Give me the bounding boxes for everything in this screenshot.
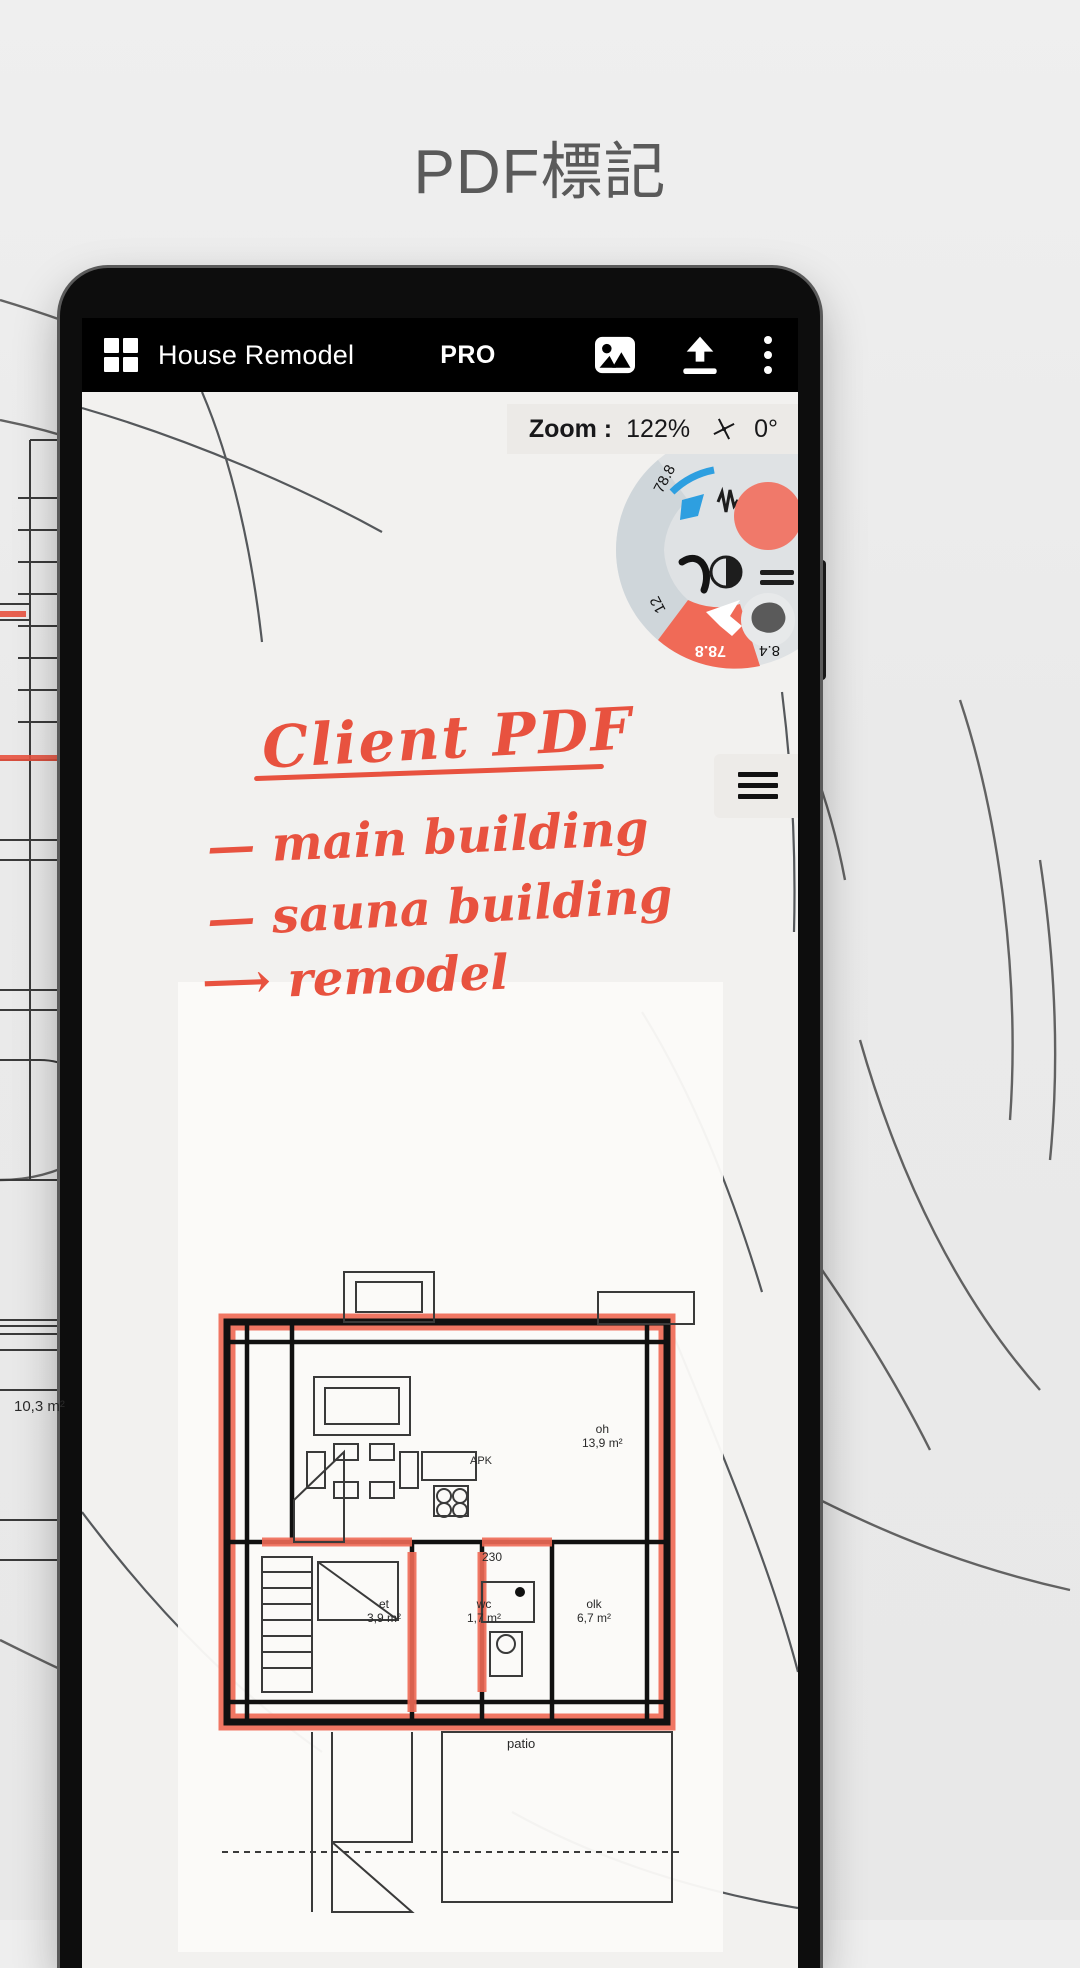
app-toolbar: House Remodel PRO: [82, 318, 798, 392]
apk-note-label: APK: [470, 1455, 493, 1467]
share-upload-icon[interactable]: [680, 333, 720, 377]
zoom-label: Zoom :: [528, 414, 613, 443]
zoom-value[interactable]: 122%: [626, 415, 690, 444]
zoom-status-bar: Zoom : 122% 0°: [506, 404, 798, 454]
rotate-icon[interactable]: [712, 417, 736, 441]
document-title: House Remodel: [158, 339, 355, 370]
plan-area-left: 10,3 m²: [14, 1398, 65, 1415]
eraser-blob-icon: [751, 602, 786, 633]
wheel-value-red: 78.8: [695, 642, 726, 659]
radial-tool-wheel[interactable]: 78.8 12 78.8 8.4: [554, 454, 798, 674]
phone-screen: House Remodel PRO oh 13,9 m² et 3,9 m² w…: [82, 318, 798, 1968]
image-icon[interactable]: [592, 335, 638, 375]
layers-button[interactable]: [714, 754, 798, 818]
pdf-canvas[interactable]: oh 13,9 m² et 3,9 m² wc 1,7 m² olk 6,7 m…: [82, 392, 798, 1968]
kebab-menu-icon[interactable]: [764, 336, 772, 374]
annotation-line-3: ⟶ remodel: [201, 944, 510, 1012]
room-label-olk: olk 6,7 m²: [577, 1597, 612, 1625]
phone-mockup: House Remodel PRO oh 13,9 m² et 3,9 m² w…: [60, 268, 820, 1968]
room-label-wc: wc 1,7 m²: [467, 1597, 502, 1625]
room-label-et: et 3,9 m²: [367, 1597, 402, 1625]
room-label-patio: patio: [507, 1736, 536, 1751]
grid-menu-icon[interactable]: [104, 338, 138, 372]
room-label-oh: oh 13,9 m²: [582, 1422, 623, 1450]
rotation-value[interactable]: 0°: [754, 415, 778, 444]
page-title: PDF標記: [413, 138, 667, 207]
door-code-label: 230: [482, 1550, 503, 1564]
pro-badge[interactable]: PRO: [440, 341, 496, 370]
line-weight-icon: [760, 570, 794, 575]
wheel-value-eraser: 8.4: [759, 642, 780, 659]
layers-stack-icon: [738, 772, 778, 800]
